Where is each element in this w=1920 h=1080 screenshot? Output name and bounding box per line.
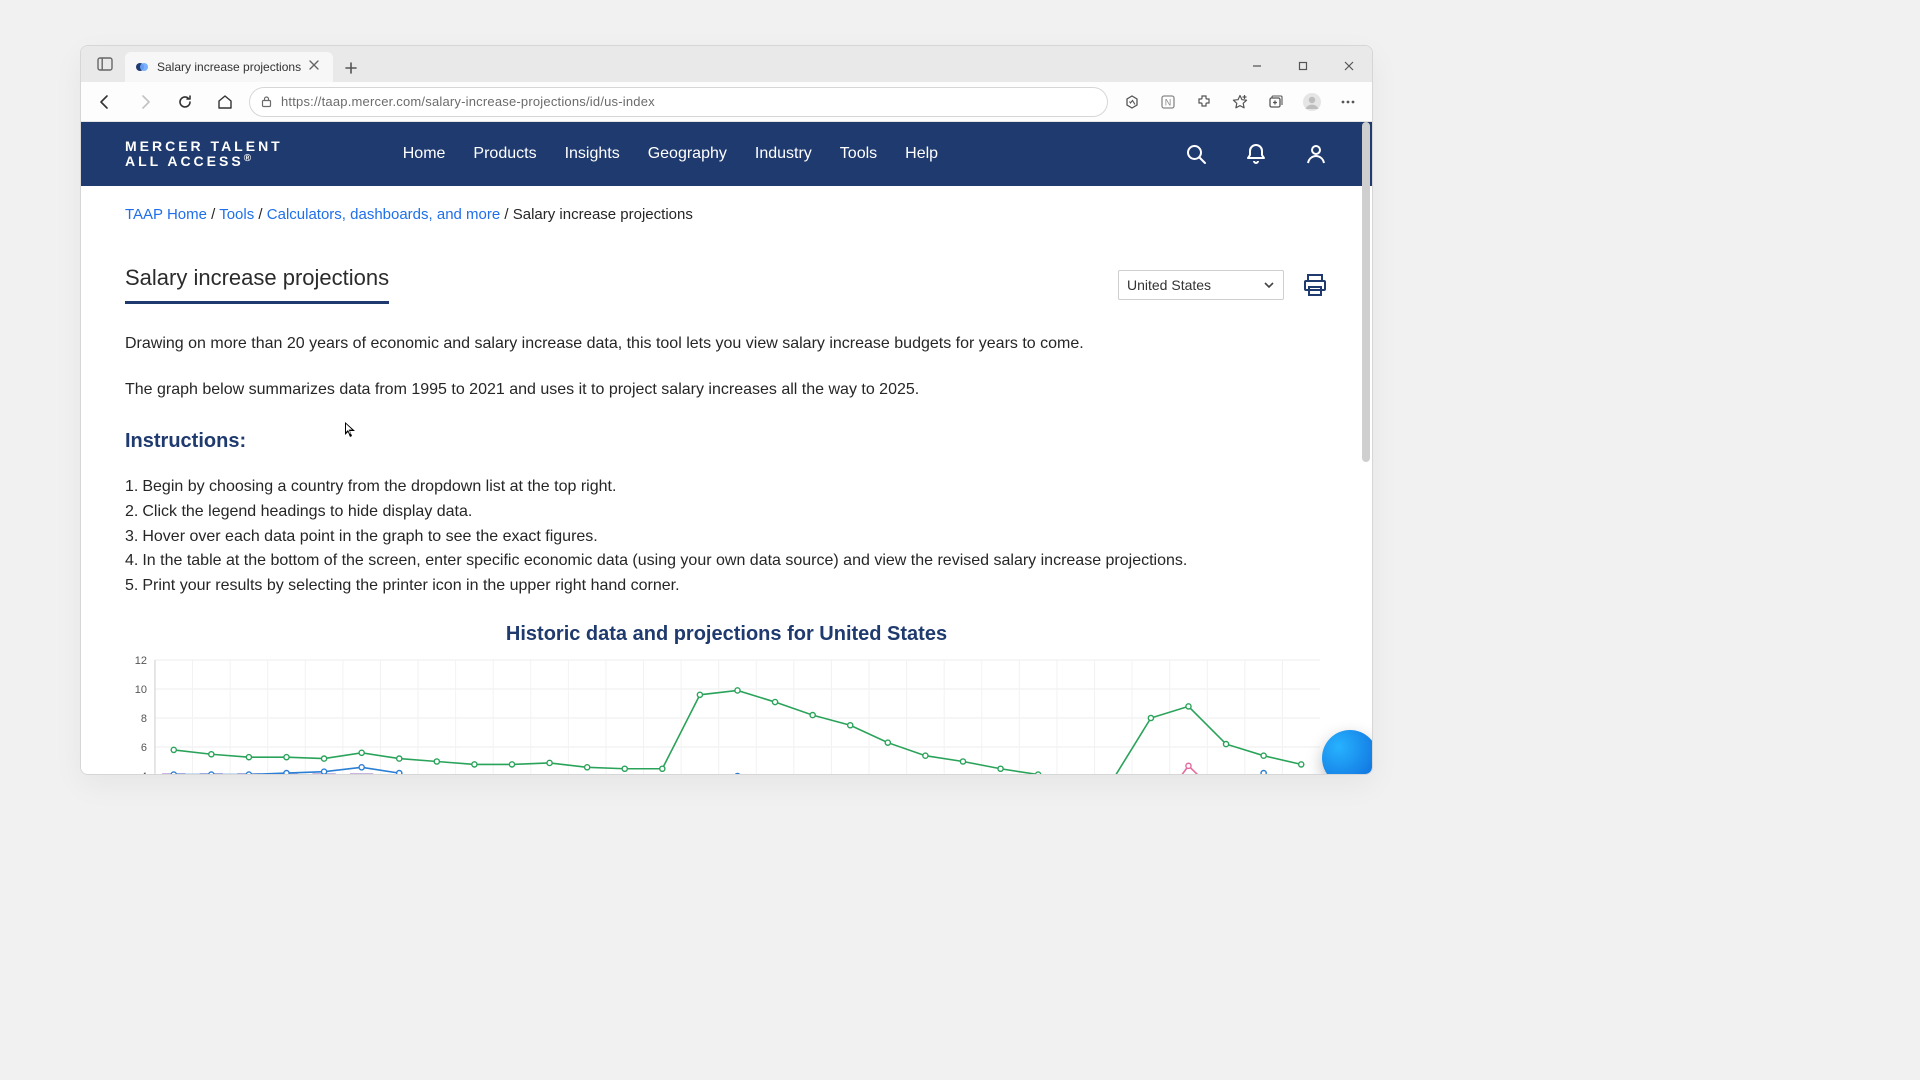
nav-products[interactable]: Products [473,145,536,163]
brand-line1: MERCER TALENT [125,139,283,154]
svg-text:12: 12 [135,656,147,667]
window-maximize-button[interactable] [1280,50,1326,82]
tab-strip: Salary increase projections [81,46,1372,82]
profile-icon[interactable] [1296,86,1328,118]
instruction-item: 1.Begin by choosing a country from the d… [125,475,1328,500]
breadcrumb-link-tools[interactable]: Tools [219,206,254,223]
window-controls [1234,50,1372,82]
vertical-scrollbar[interactable] [1358,122,1370,774]
nav-insights[interactable]: Insights [565,145,620,163]
page-content: TAAP Home / Tools / Calculators, dashboa… [81,186,1372,774]
chart-title: Historic data and projections for United… [125,623,1328,646]
svg-text:N: N [1165,97,1172,107]
browser-toolbar: https://taap.mercer.com/salary-increase-… [81,82,1372,122]
browser-window: Salary increase projections https://taap… [80,45,1373,775]
extension-n-icon[interactable]: N [1152,86,1184,118]
breadcrumb-sep: / [500,206,513,223]
nav-home[interactable]: Home [403,145,446,163]
country-select[interactable]: United States [1118,270,1284,300]
nav-geography[interactable]: Geography [648,145,727,163]
tab-close-icon[interactable] [309,60,323,74]
tab-actions-button[interactable] [89,50,121,78]
scrollbar-thumb[interactable] [1362,122,1370,462]
svg-text:4: 4 [141,771,147,774]
nav-help[interactable]: Help [905,145,938,163]
tab-title: Salary increase projections [157,60,301,74]
title-row: Salary increase projections United State… [125,265,1328,304]
country-select-value: United States [1127,277,1211,293]
header-right [1184,142,1328,166]
toolbar-right-icons: N [1116,86,1364,118]
tab-favicon [135,60,149,74]
nav-tools[interactable]: Tools [840,145,877,163]
svg-text:6: 6 [141,742,147,754]
notifications-icon[interactable] [1244,142,1268,166]
instruction-item: 2.Click the legend headings to hide disp… [125,500,1328,525]
svg-text:8: 8 [141,713,147,725]
instruction-item: 3.Hover over each data point in the grap… [125,525,1328,550]
site-header: MERCER TALENT ALL ACCESS® Home Products … [81,122,1372,186]
extensions-icon[interactable] [1188,86,1220,118]
breadcrumb-link-home[interactable]: TAAP Home [125,206,207,223]
brand-line2: ALL ACCESS® [125,154,283,169]
lock-icon [260,95,273,108]
breadcrumb-sep: / [254,206,267,223]
back-button[interactable] [89,86,121,118]
svg-text:10: 10 [135,684,147,696]
home-button[interactable] [209,86,241,118]
address-bar[interactable]: https://taap.mercer.com/salary-increase-… [249,87,1108,117]
print-button[interactable] [1302,272,1328,298]
address-bar-url: https://taap.mercer.com/salary-increase-… [281,94,655,109]
instruction-item: 4.In the table at the bottom of the scre… [125,549,1328,574]
page-title: Salary increase projections [125,265,389,304]
account-icon[interactable] [1304,142,1328,166]
new-tab-button[interactable] [337,54,365,82]
instructions-title: Instructions: [125,430,1328,453]
favorites-icon[interactable] [1224,86,1256,118]
refresh-button[interactable] [169,86,201,118]
more-menu-icon[interactable] [1332,86,1364,118]
search-icon[interactable] [1184,142,1208,166]
tracking-prevention-icon[interactable] [1116,86,1148,118]
breadcrumb: TAAP Home / Tools / Calculators, dashboa… [125,206,1328,223]
intro-paragraph-1: Drawing on more than 20 years of economi… [125,332,1328,356]
chevron-down-icon [1263,279,1275,291]
breadcrumb-current: Salary increase projections [513,206,693,223]
cursor-icon [345,422,357,438]
window-minimize-button[interactable] [1234,50,1280,82]
window-close-button[interactable] [1326,50,1372,82]
main-nav: Home Products Insights Geography Industr… [403,145,938,163]
breadcrumb-sep: / [207,206,219,223]
breadcrumb-link-calculators[interactable]: Calculators, dashboards, and more [267,206,500,223]
forward-button[interactable] [129,86,161,118]
page-viewport: MERCER TALENT ALL ACCESS® Home Products … [81,122,1372,774]
brand-logo[interactable]: MERCER TALENT ALL ACCESS® [125,139,283,168]
title-right-controls: United States [1118,270,1328,300]
instructions-list: 1.Begin by choosing a country from the d… [125,475,1328,599]
instruction-item: 5.Print your results by selecting the pr… [125,574,1328,599]
browser-tab[interactable]: Salary increase projections [125,52,333,82]
nav-industry[interactable]: Industry [755,145,812,163]
intro-paragraph-2: The graph below summarizes data from 199… [125,378,1328,402]
collections-icon[interactable] [1260,86,1292,118]
chart[interactable]: 24681012 [125,656,1328,774]
